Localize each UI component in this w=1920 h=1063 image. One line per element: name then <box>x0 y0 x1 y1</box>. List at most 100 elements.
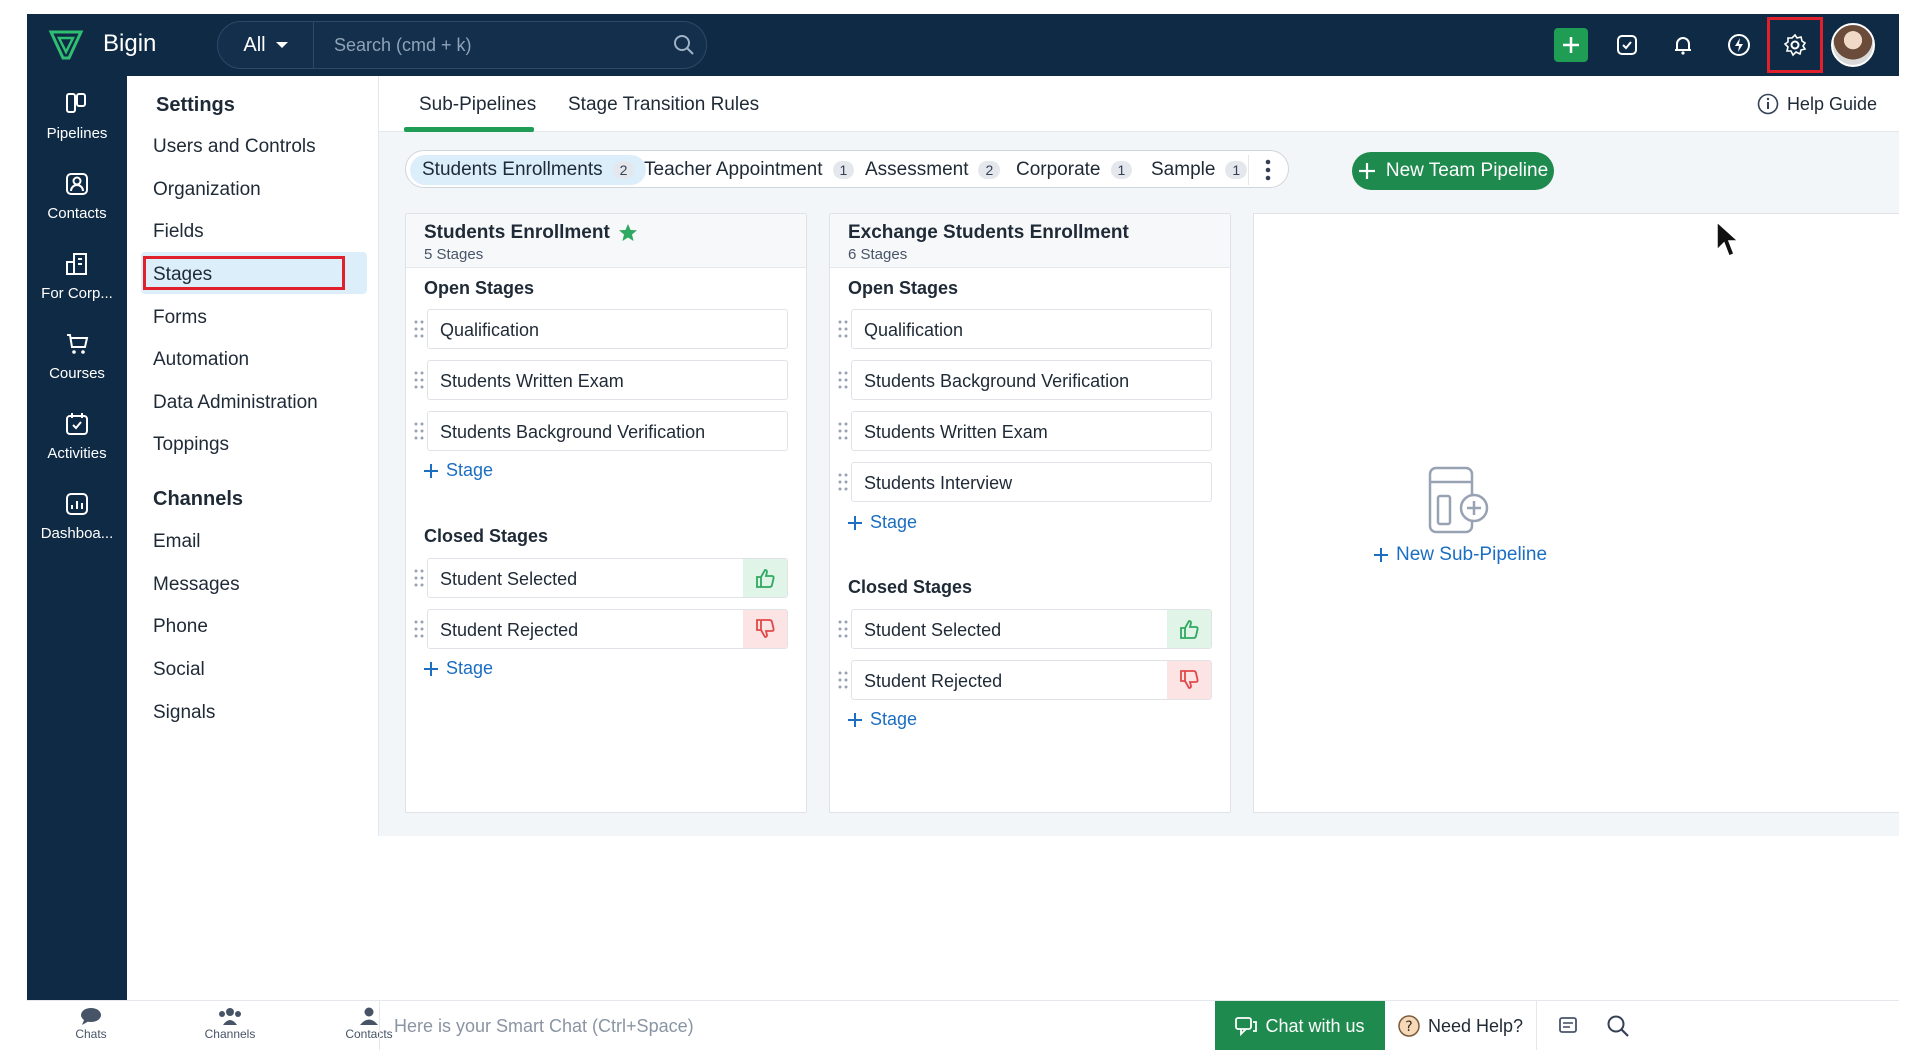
help-guide-link[interactable]: Help Guide <box>1757 93 1877 115</box>
stage-field[interactable]: Students Written Exam <box>851 411 1212 451</box>
add-open-stage-button[interactable]: Stage <box>848 512 917 533</box>
settings-item-organization[interactable]: Organization <box>153 179 261 201</box>
rail-item-for-corporate[interactable]: For Corp... <box>27 236 127 316</box>
stage-row[interactable]: Students Interview <box>838 462 1212 502</box>
stage-field[interactable]: Students Written Exam <box>427 360 788 400</box>
drag-handle-icon[interactable] <box>838 421 848 441</box>
pipeline-tab-students-enrollments[interactable]: Students Enrollments 2 <box>410 155 647 185</box>
drag-handle-icon[interactable] <box>414 619 424 639</box>
stage-row[interactable]: Students Background Verification <box>414 411 788 451</box>
notes-button[interactable] <box>1543 1001 1593 1050</box>
pipeline-count-badge: 1 <box>832 161 855 179</box>
settings-item-toppings[interactable]: Toppings <box>153 434 229 456</box>
activity-feed-button[interactable] <box>1711 14 1767 76</box>
star-icon[interactable] <box>618 223 638 243</box>
rail-item-activities[interactable]: Activities <box>27 396 127 476</box>
drag-handle-icon[interactable] <box>838 319 848 339</box>
rail-item-dashboards[interactable]: Dashboa... <box>27 476 127 556</box>
plus-icon <box>1554 28 1588 62</box>
search-input[interactable] <box>314 22 662 68</box>
pipeline-tab-sample[interactable]: Sample 1 <box>1139 155 1259 185</box>
smart-chat-input[interactable]: Here is your Smart Chat (Ctrl+Space) <box>379 1001 1215 1050</box>
user-avatar[interactable] <box>1831 23 1875 67</box>
chat-icon <box>1235 1017 1258 1036</box>
chat-with-us-button[interactable]: Chat with us <box>1215 1001 1385 1050</box>
drag-handle-icon[interactable] <box>414 370 424 390</box>
quick-create-button[interactable] <box>1543 14 1599 76</box>
tasks-button[interactable] <box>1599 14 1655 76</box>
drag-handle-icon[interactable] <box>414 568 424 588</box>
bottom-tab-channels[interactable]: Channels <box>190 1007 270 1041</box>
stage-row[interactable]: Students Background Verification <box>838 360 1212 400</box>
pipeline-tab-label: Assessment <box>865 159 969 180</box>
card-header: Exchange Students Enrollment 6 Stages <box>830 214 1230 268</box>
rail-item-contacts[interactable]: Contacts <box>27 156 127 236</box>
stage-field[interactable]: Student Rejected <box>427 609 788 649</box>
tab-sub-pipelines[interactable]: Sub-Pipelines <box>419 94 536 116</box>
settings-item-stages[interactable]: Stages <box>153 264 212 286</box>
more-pipelines-button[interactable] <box>1248 155 1286 185</box>
settings-button[interactable] <box>1767 14 1823 76</box>
kebab-menu-icon <box>1265 159 1270 181</box>
stage-field[interactable]: Students Background Verification <box>851 360 1212 400</box>
drag-handle-icon[interactable] <box>838 472 848 492</box>
search-scope-dropdown[interactable]: All <box>218 22 314 68</box>
stage-row[interactable]: Qualification <box>414 309 788 349</box>
notifications-button[interactable] <box>1655 14 1711 76</box>
stage-row[interactable]: Qualification <box>838 309 1212 349</box>
stage-row[interactable]: Student Rejected <box>414 609 788 649</box>
pipeline-tab-assessment[interactable]: Assessment 2 <box>853 155 1012 185</box>
stage-field[interactable]: Student Rejected <box>851 660 1212 700</box>
rail-item-courses[interactable]: Courses <box>27 316 127 396</box>
thumbs-up-icon <box>756 569 775 588</box>
stage-row[interactable]: Students Written Exam <box>414 360 788 400</box>
bottom-search-button[interactable] <box>1593 1001 1643 1050</box>
new-sub-pipeline-button[interactable]: New Sub-Pipeline <box>1374 544 1547 566</box>
stage-row[interactable]: Student Rejected <box>838 660 1212 700</box>
stage-row[interactable]: Students Written Exam <box>838 411 1212 451</box>
pipeline-tab-corporate[interactable]: Corporate 1 <box>1004 155 1144 185</box>
bottom-tab-chats[interactable]: Chats <box>51 1007 131 1041</box>
drag-handle-icon[interactable] <box>838 370 848 390</box>
settings-item-automation[interactable]: Automation <box>153 349 249 371</box>
settings-item-users-and-controls[interactable]: Users and Controls <box>153 136 316 158</box>
stage-field[interactable]: Student Selected <box>851 609 1212 649</box>
settings-item-messages[interactable]: Messages <box>153 574 240 596</box>
drag-handle-icon[interactable] <box>414 319 424 339</box>
sub-pipeline-tabs: Students Enrollments 2 Teacher Appointme… <box>405 150 1289 188</box>
stage-row[interactable]: Student Selected <box>838 609 1212 649</box>
task-check-icon <box>1617 35 1637 55</box>
search-icon[interactable] <box>662 34 706 56</box>
settings-item-data-administration[interactable]: Data Administration <box>153 392 318 414</box>
bottom-bar: Chats Channels Contacts Here is your Sma… <box>27 1000 1899 1050</box>
settings-item-social[interactable]: Social <box>153 659 205 681</box>
settings-item-email[interactable]: Email <box>153 531 201 553</box>
drag-handle-icon[interactable] <box>414 421 424 441</box>
plus-icon <box>848 712 862 727</box>
stage-field[interactable]: Student Selected <box>427 558 788 598</box>
card-stage-count: 5 Stages <box>424 246 484 263</box>
stage-field[interactable]: Qualification <box>851 309 1212 349</box>
settings-item-forms[interactable]: Forms <box>153 307 207 329</box>
global-search: All <box>217 21 707 69</box>
drag-handle-icon[interactable] <box>838 670 848 690</box>
tab-stage-transition-rules[interactable]: Stage Transition Rules <box>568 94 759 116</box>
stage-field[interactable]: Qualification <box>427 309 788 349</box>
rail-item-pipelines[interactable]: Pipelines <box>27 76 127 156</box>
settings-item-fields[interactable]: Fields <box>153 221 204 243</box>
drag-handle-icon[interactable] <box>838 619 848 639</box>
add-closed-stage-button[interactable]: Stage <box>848 709 917 730</box>
add-open-stage-button[interactable]: Stage <box>424 460 493 481</box>
bigin-logo-icon[interactable] <box>47 26 85 64</box>
stage-row[interactable]: Student Selected <box>414 558 788 598</box>
settings-item-phone[interactable]: Phone <box>153 616 208 638</box>
pipeline-tab-teacher-appointment[interactable]: Teacher Appointment 1 <box>632 155 866 185</box>
add-closed-stage-button[interactable]: Stage <box>424 658 493 679</box>
stage-field[interactable]: Students Interview <box>851 462 1212 502</box>
channels-title: Channels <box>153 488 244 510</box>
need-help-button[interactable]: ? Need Help? <box>1385 1001 1537 1050</box>
settings-item-signals[interactable]: Signals <box>153 702 215 724</box>
stage-field[interactable]: Students Background Verification <box>427 411 788 451</box>
thumbs-down-icon <box>1180 670 1199 689</box>
new-team-pipeline-button[interactable]: New Team Pipeline <box>1352 152 1554 190</box>
